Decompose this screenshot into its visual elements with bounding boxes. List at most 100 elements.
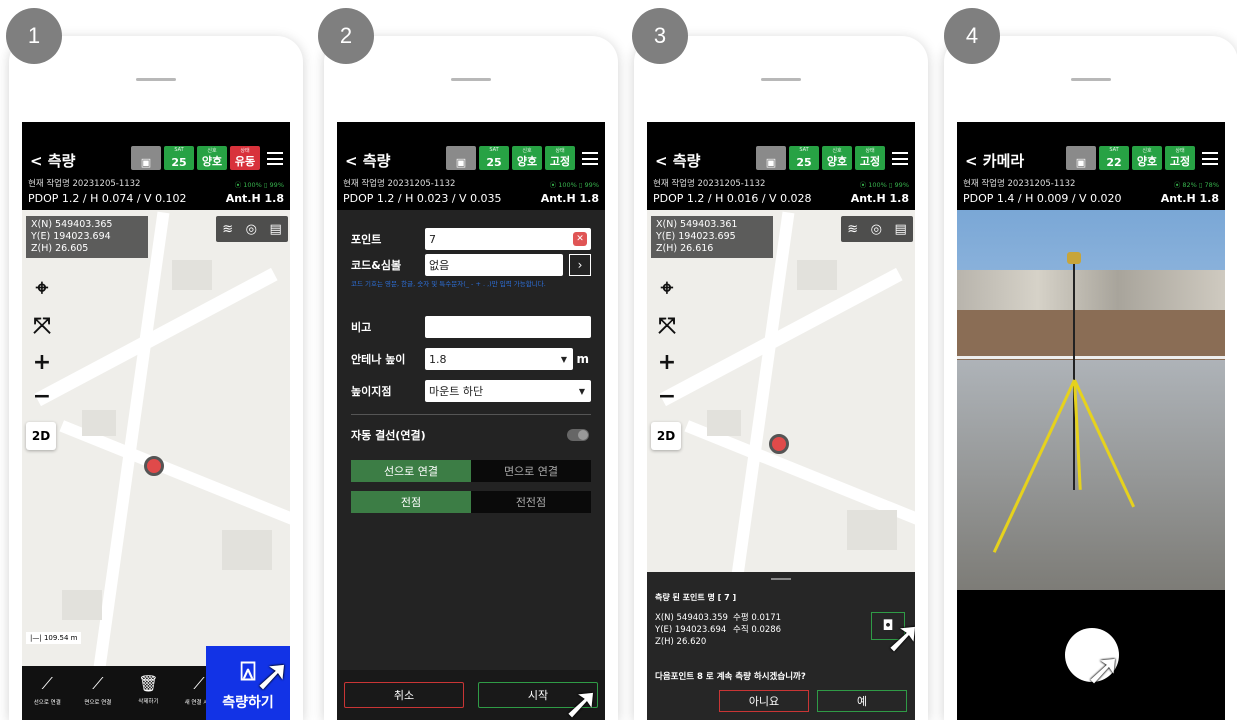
- code-symbol-input[interactable]: 없음: [425, 254, 563, 276]
- point-label: 포인트: [351, 233, 382, 246]
- device-badge: ▣: [1066, 146, 1096, 170]
- pdop-readout: PDOP 1.2 / H 0.023 / V 0.035: [343, 192, 502, 205]
- locate-icon[interactable]: ⌖: [27, 274, 57, 302]
- phone-notch: [761, 78, 801, 81]
- status-header: < 카메라 ▣ SAT 22 신호 양호 상태 고정 현재 작업명 20231205-…: [957, 122, 1225, 210]
- yes-button[interactable]: 예: [817, 690, 907, 712]
- zoom-in-button[interactable]: +: [652, 348, 682, 376]
- fix-status-badge: 상태 유동: [230, 146, 260, 170]
- survey-map-screen: < 측량 ▣ SAT 25 신호 양호 상태 유동 현재 작업명 20231205-1…: [22, 122, 290, 720]
- delete-button[interactable]: 🗑 삭제하기: [123, 666, 174, 720]
- layers-icon[interactable]: ≋: [222, 222, 233, 237]
- previous-point-option[interactable]: 전점: [351, 491, 471, 513]
- back-title[interactable]: < 측량: [655, 150, 700, 171]
- measured-result-sheet: 측량 된 포인트 명 [ 7 ] X(N) 549403.359 Y(E) 194…: [647, 572, 915, 720]
- connect-mode-segment: 선으로 연결 면으로 연결: [351, 460, 591, 482]
- step-number-3: 3: [632, 8, 688, 64]
- cancel-button[interactable]: 취소: [344, 682, 464, 708]
- point-settings-screen: < 측량 ▣ SAT 25 신호 양호 상태 고정 현재 작업명 20231205-1…: [337, 122, 605, 720]
- search-location-icon[interactable]: ◎: [871, 222, 882, 237]
- trash-icon: 🗑: [138, 674, 159, 693]
- antenna-height-select[interactable]: 1.8 ▼: [425, 348, 573, 370]
- 2d-toggle-button[interactable]: 2D: [651, 422, 681, 450]
- current-position-marker: [144, 456, 164, 476]
- fix-status-badge: 상태 고정: [1165, 146, 1195, 170]
- device-badge: ▣: [446, 146, 476, 170]
- antenna-unit: m: [576, 352, 589, 366]
- antenna-height-label: 안테나 높이: [351, 353, 406, 366]
- signal-badge: 신호 양호: [197, 146, 227, 170]
- point-form: 포인트 7 ✕ 코드&심볼 없음 › 코드 기호는 영문, 한글, 숫자 및 특수…: [337, 210, 605, 720]
- fix-status-badge: 상태 고정: [545, 146, 575, 170]
- back-title[interactable]: < 측량: [30, 150, 75, 171]
- map-view[interactable]: X(N) 549403.365 Y(E) 194023.694 Z(H) 26.60…: [22, 210, 290, 720]
- zoom-out-button[interactable]: −: [652, 382, 682, 410]
- map-scale: |—| 109.54 m: [26, 632, 82, 644]
- phone-1: < 측량 ▣ SAT 25 신호 양호 상태 유동 현재 작업명 20231205-1…: [9, 36, 303, 720]
- device-badge: ▣: [131, 146, 161, 170]
- camera-view: ➚: [957, 210, 1225, 720]
- result-title: 측량 된 포인트 명 [ 7 ]: [655, 593, 737, 602]
- search-location-icon[interactable]: ◎: [246, 222, 257, 237]
- menu-icon[interactable]: [267, 152, 283, 165]
- back-title[interactable]: < 측량: [345, 150, 390, 171]
- status-header: < 측량 ▣ SAT 25 신호 양호 상태 유동 현재 작업명 20231205-1…: [22, 122, 290, 210]
- list-icon[interactable]: ▤: [894, 222, 906, 237]
- code-symbol-label: 코드&심볼: [351, 259, 402, 272]
- status-badges: ▣ SAT 25 신호 양호 상태 유동: [131, 146, 260, 170]
- map-tools: ≋ ◎ ▤: [841, 216, 913, 242]
- reference-point-segment: 전점 전전점: [351, 491, 591, 513]
- list-icon[interactable]: ▤: [269, 222, 281, 237]
- zoom-out-button[interactable]: −: [27, 382, 57, 410]
- no-button[interactable]: 아니요: [719, 690, 809, 712]
- dropdown-icon: ▼: [578, 386, 585, 396]
- camera-screen: < 카메라 ▣ SAT 22 신호 양호 상태 고정 현재 작업명 20231205-…: [957, 122, 1225, 720]
- menu-icon[interactable]: [582, 152, 598, 165]
- current-position-marker: [769, 434, 789, 454]
- result-coordinates: X(N) 549403.359 Y(E) 194023.694 Z(H) 26.62…: [655, 613, 728, 647]
- locate-icon[interactable]: ⌖: [652, 274, 682, 302]
- zoom-in-button[interactable]: +: [27, 348, 57, 376]
- antenna-height: Ant.H 1.8: [850, 192, 909, 205]
- survey-result-screen: < 측량 ▣ SAT 25 신호 양호 상태 고정 현재 작업명 20231205-1…: [647, 122, 915, 720]
- fullscreen-icon[interactable]: ⤧: [27, 312, 57, 340]
- menu-icon[interactable]: [892, 152, 908, 165]
- note-input[interactable]: [425, 316, 591, 338]
- line-icon: ⟋: [41, 674, 53, 693]
- map-tools: ≋ ◎ ▤: [216, 216, 288, 242]
- prev-previous-point-option[interactable]: 전전점: [471, 491, 591, 513]
- chevron-right-icon[interactable]: ›: [569, 254, 591, 276]
- menu-icon[interactable]: [1202, 152, 1218, 165]
- connect-line-button[interactable]: ⟋ 선으로 연결: [22, 666, 73, 720]
- antenna-height: Ant.H 1.8: [1160, 192, 1219, 205]
- antenna-height: Ant.H 1.8: [540, 192, 599, 205]
- connect-area-button[interactable]: ⟋ 면으로 연결: [73, 666, 124, 720]
- dropdown-icon: ▼: [560, 354, 567, 364]
- height-point-select[interactable]: 마운트 하단 ▼: [425, 380, 591, 402]
- clear-icon[interactable]: ✕: [573, 232, 587, 246]
- pdop-readout: PDOP 1.4 / H 0.009 / V 0.020: [963, 192, 1122, 205]
- step-number-4: 4: [944, 8, 1000, 64]
- job-name: 현재 작업명 20231205-1132: [28, 179, 141, 189]
- status-badges: ▣ SAT 22 신호 양호 상태 고정: [1066, 146, 1195, 170]
- connect-line-option[interactable]: 선으로 연결: [351, 460, 471, 482]
- layers-icon[interactable]: ≋: [847, 222, 858, 237]
- auto-connect-label: 자동 결선(연결): [351, 429, 426, 442]
- auto-connect-toggle[interactable]: [567, 429, 589, 441]
- connect-area-option[interactable]: 면으로 연결: [471, 460, 591, 482]
- fullscreen-icon[interactable]: ⤧: [652, 312, 682, 340]
- status-badges: ▣ SAT 25 신호 양호 상태 고정: [446, 146, 575, 170]
- back-title[interactable]: < 카메라: [965, 150, 1024, 171]
- status-badges: ▣ SAT 25 신호 양호 상태 고정: [756, 146, 885, 170]
- battery-status: ⦿ 100% ▯ 99%: [234, 181, 284, 189]
- point-name-input[interactable]: 7 ✕: [425, 228, 591, 250]
- pdop-readout: PDOP 1.2 / H 0.016 / V 0.028: [653, 192, 812, 205]
- coordinate-readout: X(N) 549403.361 Y(E) 194023.695 Z(H) 26.61…: [651, 216, 773, 258]
- result-precision: 수평 0.0171 수직 0.0286: [733, 613, 782, 635]
- phone-3: < 측량 ▣ SAT 25 신호 양호 상태 고정 현재 작업명 20231205-1…: [634, 36, 928, 720]
- 2d-toggle-button[interactable]: 2D: [26, 422, 56, 450]
- coordinate-readout: X(N) 549403.365 Y(E) 194023.694 Z(H) 26.60…: [26, 216, 148, 258]
- satellite-badge: SAT 25: [164, 146, 194, 170]
- phone-2: < 측량 ▣ SAT 25 신호 양호 상태 고정 현재 작업명 20231205-1…: [324, 36, 618, 720]
- signal-badge: 신호 양호: [822, 146, 852, 170]
